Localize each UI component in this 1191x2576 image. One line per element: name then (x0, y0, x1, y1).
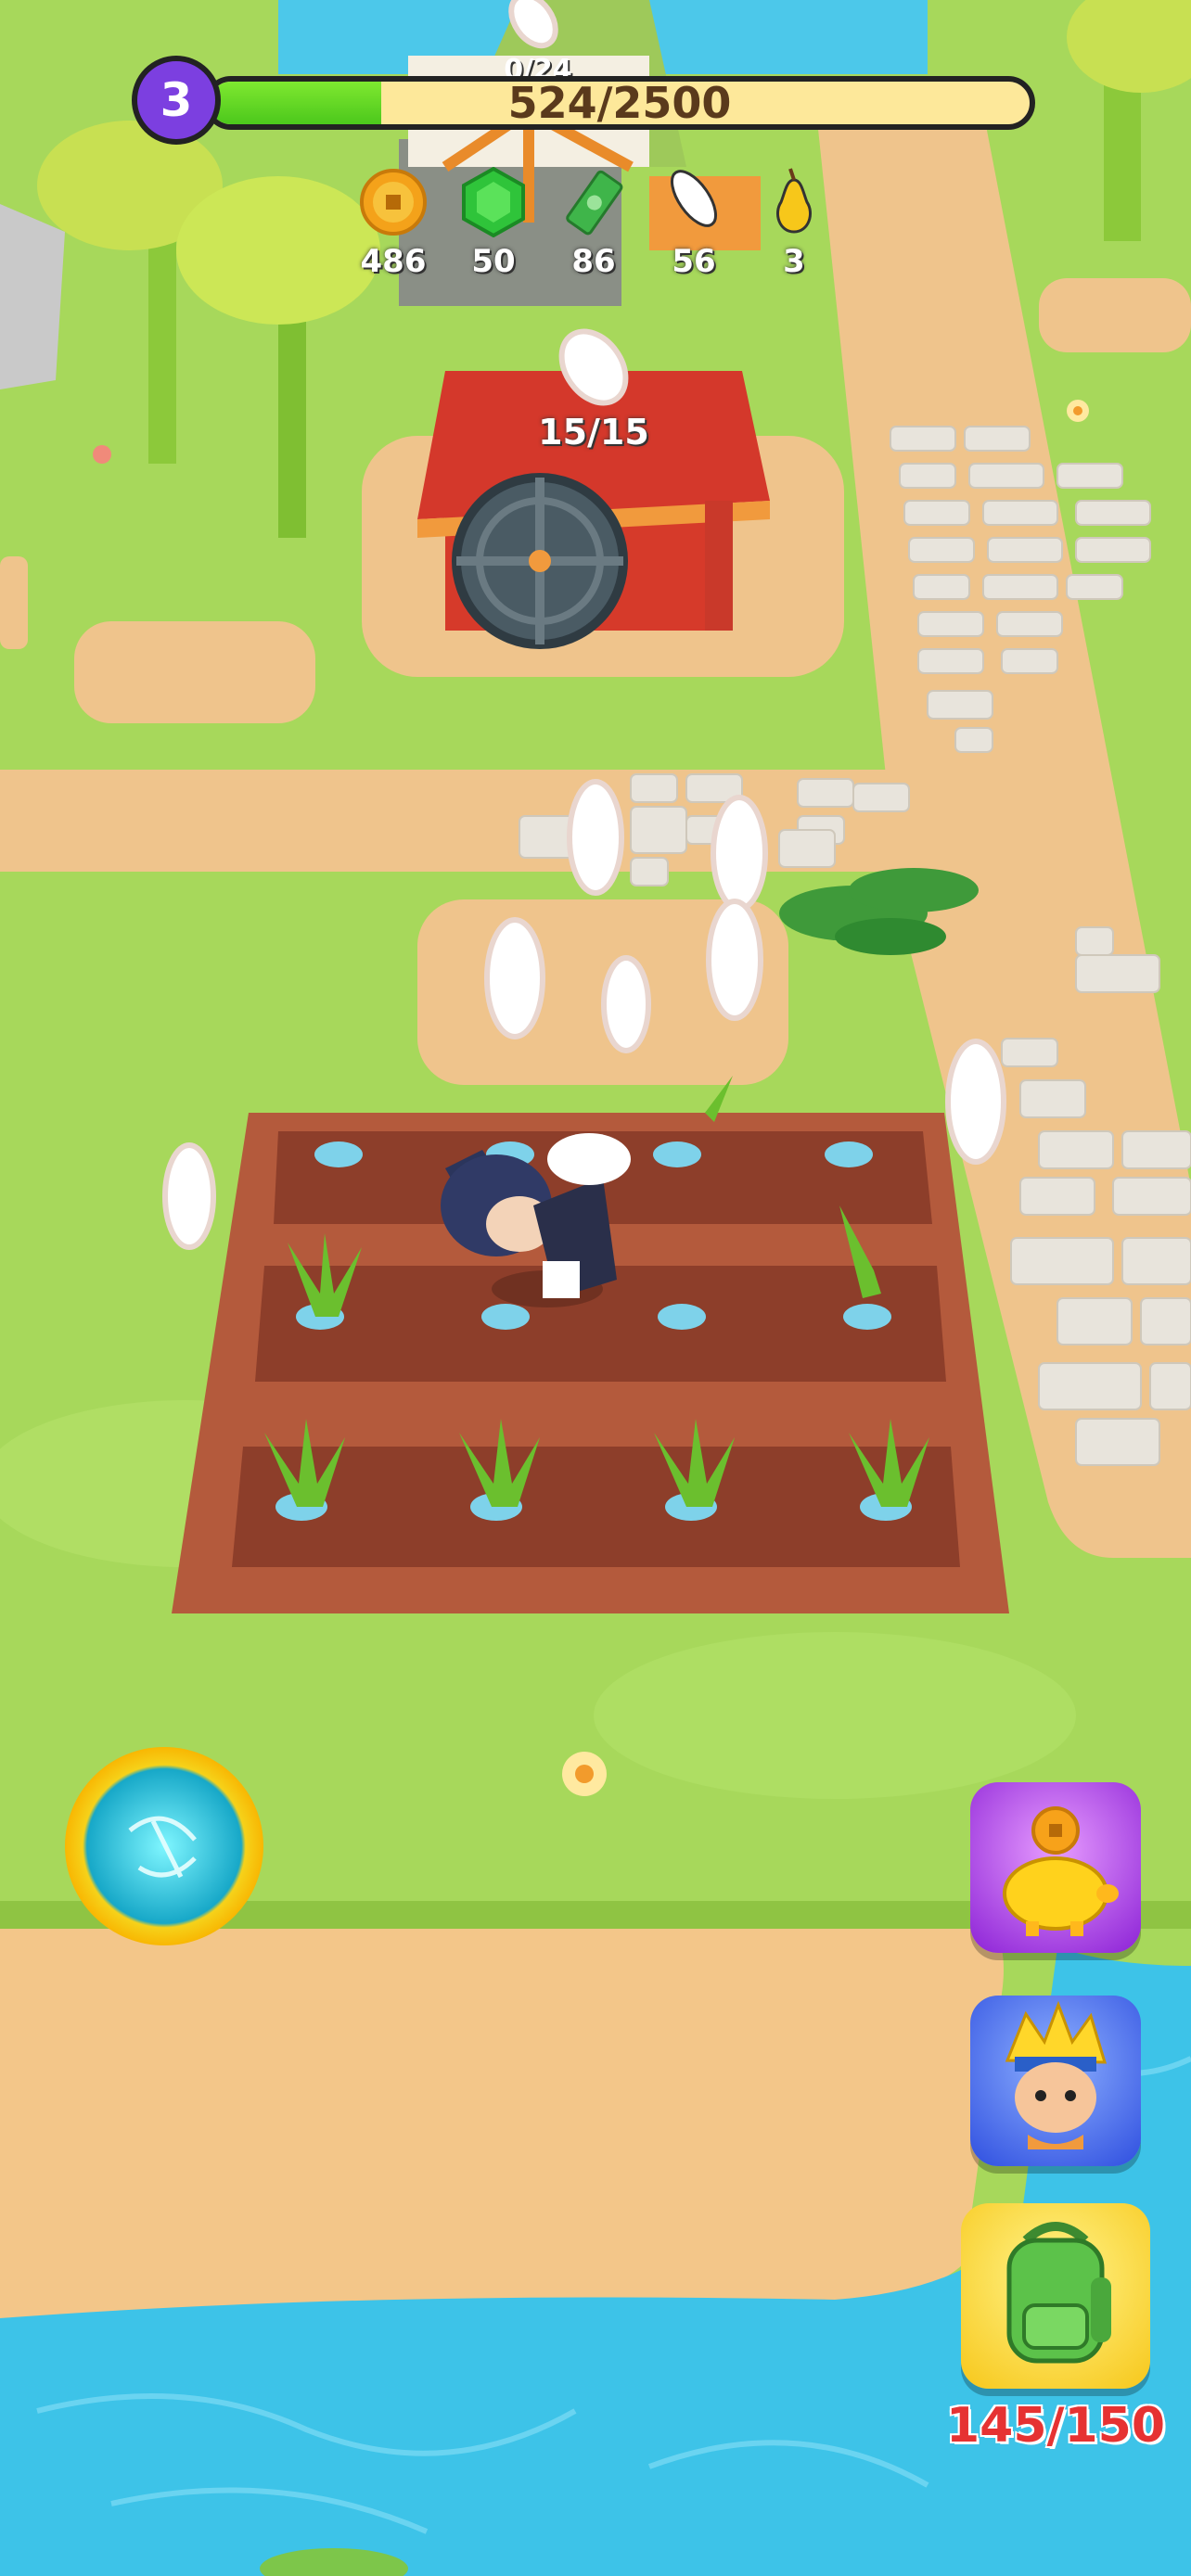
piggy-bank-icon (1003, 1806, 1119, 1936)
game-scene (0, 0, 1191, 2576)
resource-rice: 56 (644, 167, 744, 280)
xp-progress-bar: 524/2500 (204, 76, 1035, 130)
xp-text: 524/2500 (507, 78, 732, 128)
rice-count: 56 (672, 243, 716, 280)
hero-icon (1005, 2000, 1108, 2149)
dirt-patch-2 (0, 556, 28, 649)
cash-count: 86 (571, 243, 616, 280)
player-level-badge: 3 (132, 56, 221, 145)
hero-button[interactable] (970, 1996, 1141, 2166)
resource-bar: 486 50 86 56 3 (343, 166, 844, 297)
backpack-capacity: 145/150 (945, 2398, 1166, 2454)
coin-count: 486 (360, 243, 427, 280)
cash-icon (558, 167, 629, 237)
dirt-patch-1 (74, 621, 315, 723)
gem-icon (458, 166, 529, 238)
portal-icon (128, 1816, 197, 1879)
portal-button[interactable] (65, 1747, 263, 1945)
resource-pear: 3 (744, 167, 844, 280)
resource-gem: 50 (443, 166, 544, 280)
pear-count: 3 (783, 243, 805, 280)
backpack-button[interactable] (961, 2203, 1150, 2389)
shore (0, 1910, 1004, 2327)
gem-count: 50 (471, 243, 516, 280)
coin-icon (358, 167, 429, 237)
rice-grain-icon (659, 167, 729, 237)
resource-coin: 486 (343, 167, 443, 280)
pear-icon (759, 167, 829, 237)
resource-cash: 86 (544, 167, 644, 280)
backpack-icon (1006, 2222, 1111, 2364)
piggy-bank-button[interactable] (970, 1782, 1141, 1953)
mill-capacity-label: 15/15 (538, 412, 649, 453)
